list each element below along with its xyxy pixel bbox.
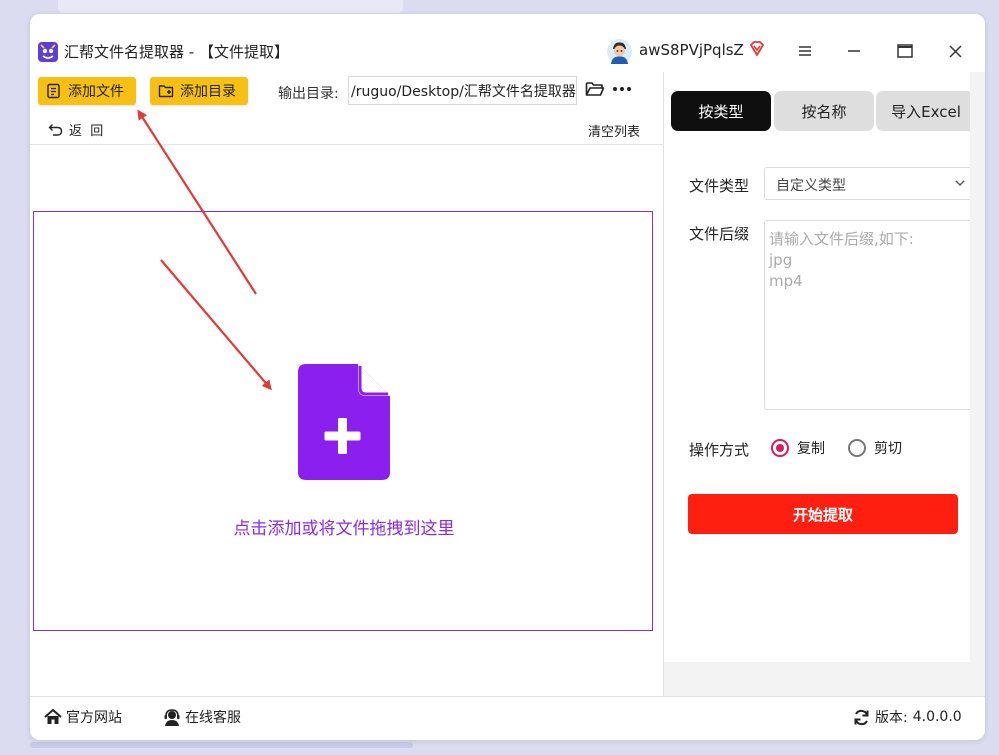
tab-import-excel[interactable]: 导入Excel [876,91,976,131]
official-website-link[interactable]: 官方网站 [44,707,122,727]
version-label: 版本: [875,710,908,726]
version-value: 4.0.0.0 [912,709,962,725]
file-type-label: 文件类型 [689,177,750,195]
right-panel-footer-area [664,662,985,696]
right-panel-scroll-gutter [970,72,985,696]
output-dir-input[interactable]: /ruguo/Desktop/汇帮文件名提取器 [348,76,577,105]
drop-zone-hint: 点击添加或将文件拖拽到这里 [233,519,455,539]
refresh-icon[interactable] [853,709,870,726]
radio-cut[interactable]: 剪切 [848,438,902,458]
user-avatar-icon[interactable] [607,39,632,64]
clear-list-button[interactable]: 清空列表 [588,121,640,140]
app-window: 汇帮文件名提取器 - 【文件提取】 awS8PVjPqlsZ 添加文件 添加目录… [30,14,985,740]
radio-copy-label: 复制 [797,441,825,457]
radio-cut-indicator [848,439,866,457]
add-folder-icon [158,85,174,98]
title-bar: 汇帮文件名提取器 - 【文件提取】 awS8PVjPqlsZ [30,14,985,72]
operation-label: 操作方式 [689,441,750,459]
file-plus-icon [298,364,390,480]
vip-diamond-icon[interactable] [748,40,766,58]
status-bar: 官方网站 在线客服 版本: 4.0.0.0 [30,696,985,740]
back-button[interactable]: 返 回 [48,120,103,139]
file-type-value: 自定义类型 [776,178,846,194]
customer-service-icon [164,708,180,726]
radio-cut-label: 剪切 [874,441,902,457]
app-logo-icon [38,42,58,62]
file-suffix-input[interactable]: 请输入文件后缀,如下: jpg mp4 [764,220,974,410]
back-arrow-icon [48,124,63,136]
minimize-icon[interactable] [840,38,868,64]
online-service-link[interactable]: 在线客服 [163,707,241,727]
online-service-label: 在线客服 [185,710,241,726]
filter-settings-panel: 按类型 按名称 导入Excel 文件类型 自定义类型 文件后缀 请输入文件后缀,… [664,72,976,662]
tab-by-name[interactable]: 按名称 [774,91,874,131]
file-drop-zone[interactable]: 点击添加或将文件拖拽到这里 [33,211,653,631]
close-icon[interactable] [941,38,969,64]
chevron-down-icon [955,180,965,186]
add-file-label: 添加文件 [68,84,124,100]
radio-copy[interactable]: 复制 [771,438,825,458]
home-icon [44,709,62,724]
hamburger-menu-icon[interactable] [791,38,819,64]
tab-by-type[interactable]: 按类型 [671,91,771,131]
add-file-button[interactable]: 添加文件 [38,77,136,105]
user-name[interactable]: awS8PVjPqlsZ [639,41,744,59]
back-label: 返 回 [69,124,104,139]
radio-copy-indicator [771,439,789,457]
official-website-label: 官方网站 [66,710,122,726]
maximize-icon[interactable] [891,38,919,64]
add-file-icon [47,83,60,99]
add-folder-label: 添加目录 [180,84,236,100]
folder-open-icon[interactable] [585,80,605,98]
file-list-panel: 添加文件 添加目录 输出目录: /ruguo/Desktop/汇帮文件名提取器 … [30,72,663,696]
file-suffix-label: 文件后缀 [689,225,750,243]
window-title: 汇帮文件名提取器 - 【文件提取】 [64,43,289,61]
start-extract-button[interactable]: 开始提取 [688,494,958,534]
add-folder-button[interactable]: 添加目录 [150,77,248,105]
more-dots-icon[interactable] [612,82,632,96]
background-window-edge [58,0,403,13]
output-dir-label: 输出目录: [278,86,339,102]
version-info: 版本: 4.0.0.0 [853,707,962,727]
file-type-select[interactable]: 自定义类型 [764,167,974,200]
background-scroll-indicator [30,742,413,748]
toolbar-divider [30,144,663,145]
